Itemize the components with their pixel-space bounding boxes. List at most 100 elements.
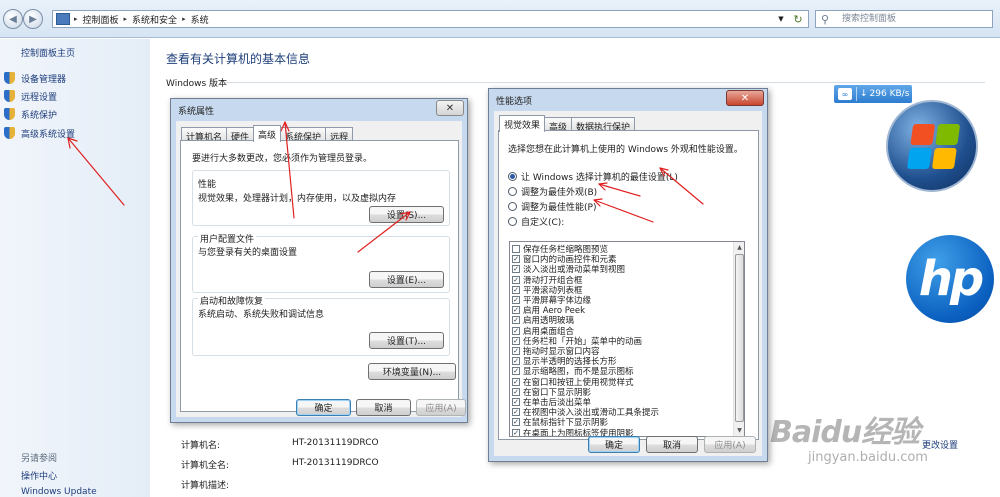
left-task-pane: 控制面板主页 设备管理器 远程设置 系统保护 高级系统设置 另请参阅 操作中心 … (0, 39, 150, 497)
baidu-watermark-url: jingyan.baidu.com (808, 450, 928, 465)
effect-checkbox[interactable]: ✓ (512, 347, 520, 355)
startup-recovery-description: 系统启动、系统失败和调试信息 (198, 310, 325, 320)
shield-icon (4, 90, 15, 102)
effect-checkbox[interactable]: ✓ (512, 296, 520, 304)
effect-checkbox[interactable]: ✓ (512, 275, 520, 284)
see-also-heading: 另请参阅 (21, 454, 58, 464)
effect-checkbox[interactable]: ✓ (512, 326, 520, 335)
close-button[interactable]: ✕ (726, 90, 764, 106)
vertical-scrollbar[interactable]: ▲ ▼ (733, 242, 744, 436)
effect-checkbox[interactable]: ✓ (512, 316, 520, 325)
user-profiles-title: 用户配置文件 (198, 232, 257, 245)
effect-checkbox[interactable]: ✓ (512, 367, 520, 376)
cancel-button[interactable]: 取消 (646, 436, 698, 453)
apply-button[interactable]: 应用(A) (704, 436, 756, 453)
windows-update-link[interactable]: Windows Update (21, 487, 97, 497)
effect-checkbox[interactable]: ✓ (512, 377, 520, 386)
control-panel-home-link[interactable]: 控制面板主页 (21, 46, 75, 59)
control-panel-icon (56, 13, 70, 25)
remote-settings-link[interactable]: 远程设置 (21, 90, 57, 103)
radio-button[interactable] (508, 217, 517, 226)
effect-checkbox[interactable]: ✓ (512, 255, 520, 264)
effect-checkbox[interactable] (512, 245, 520, 253)
effect-checkbox[interactable]: ✓ (512, 408, 520, 417)
tab-hardware[interactable]: 硬件 (226, 127, 255, 143)
baidu-watermark: Baidu经验 (770, 415, 920, 450)
visual-effects-list[interactable]: 保存任务栏缩略图预览 ✓ 窗口内的动画控件和元素 ✓ 淡入淡出或滑动菜单到视图 ✓ 滑动打开… (509, 241, 745, 437)
radio-label: 调整为最佳外观(B) (521, 188, 598, 198)
effect-checkbox[interactable]: ✓ (512, 285, 520, 294)
tab-remote[interactable]: 远程 (325, 127, 354, 143)
download-arrow-icon: ↓ (860, 89, 868, 99)
ok-button[interactable]: 确定 (588, 436, 640, 453)
breadcrumb-control-panel[interactable]: 控制面板 (78, 13, 124, 26)
effect-checkbox[interactable]: ✓ (512, 418, 520, 427)
system-protection-link[interactable]: 系统保护 (21, 108, 57, 121)
back-arrow-icon: ◀ (9, 13, 17, 25)
badge-divider (856, 87, 857, 101)
breadcrumb-system-security[interactable]: 系统和安全 (127, 13, 182, 26)
shield-icon (4, 72, 15, 84)
scrollbar-thumb[interactable] (735, 254, 744, 422)
performance-options-dialog: 性能选项 ✕ 视觉效果 高级 数据执行保护 选择您想在此计算机上使用的 Wind… (488, 88, 768, 462)
radio-button[interactable] (508, 187, 517, 196)
forward-button[interactable]: ▶ (23, 9, 43, 29)
effect-checkbox[interactable]: ✓ (512, 336, 520, 345)
performance-description: 视觉效果，处理器计划，内存使用，以及虚拟内存 (198, 194, 397, 204)
performance-settings-button[interactable]: 设置(S)... (369, 206, 444, 223)
search-placeholder: 搜索控制面板 (842, 14, 897, 24)
effect-checkbox[interactable]: ✓ (512, 398, 520, 406)
effect-checkbox[interactable]: ✓ (512, 306, 520, 315)
network-speed-badge[interactable]: ∞ ↓ 296 KB/s (834, 85, 912, 103)
tab-data-execution-prevention[interactable]: 数据执行保护 (571, 117, 636, 133)
dialog-title: 系统属性 (178, 107, 215, 117)
effect-checkbox[interactable]: ✓ (512, 265, 520, 274)
close-button[interactable]: ✕ (436, 100, 464, 116)
computer-name-value: HT-20131119DRCO (292, 438, 379, 448)
instruction-text: 选择您想在此计算机上使用的 Windows 外观和性能设置。 (508, 145, 743, 155)
apply-button[interactable]: 应用(A) (416, 399, 466, 416)
address-bar: ◀ ▶ ▸ 控制面板 ▸ 系统和安全 ▸ 系统 ▼ ↻ ⚲ 搜索控制面板 (0, 0, 1000, 38)
section-divider (225, 82, 985, 83)
radio-best-appearance[interactable]: 调整为最佳外观(B) (508, 185, 597, 198)
search-input[interactable]: ⚲ 搜索控制面板 (815, 10, 993, 28)
radio-button-selected[interactable] (508, 172, 517, 181)
tab-strip: 计算机名 硬件 高级 系统保护 远程 (181, 125, 354, 143)
windows-logo (886, 100, 978, 192)
cancel-button[interactable]: 取消 (356, 399, 411, 416)
startup-recovery-settings-button[interactable]: 设置(T)... (369, 332, 444, 349)
radio-label: 自定义(C): (521, 218, 565, 228)
radio-button[interactable] (508, 202, 517, 211)
user-profiles-settings-button[interactable]: 设置(E)... (369, 271, 444, 288)
dialog-title: 性能选项 (496, 97, 533, 107)
device-manager-link[interactable]: 设备管理器 (21, 72, 66, 85)
scroll-down-icon[interactable]: ▼ (735, 426, 744, 435)
full-computer-name-label: 计算机全名: (181, 461, 230, 471)
performance-group: 性能 视觉效果，处理器计划，内存使用，以及虚拟内存 设置(S)... (192, 170, 450, 226)
tab-advanced[interactable]: 高级 (253, 125, 282, 142)
tab-visual-effects[interactable]: 视觉效果 (499, 115, 546, 132)
scroll-up-icon[interactable]: ▲ (735, 243, 744, 252)
address-field[interactable]: ▸ 控制面板 ▸ 系统和安全 ▸ 系统 ▼ ↻ (52, 10, 809, 28)
chevron-down-icon[interactable]: ▼ (774, 11, 788, 27)
system-properties-dialog: 系统属性 ✕ 计算机名 硬件 高级 系统保护 远程 要进行大多数更改，您必须作为… (170, 98, 468, 423)
radio-best-performance[interactable]: 调整为最佳性能(P) (508, 200, 596, 213)
page-title: 查看有关计算机的基本信息 (166, 52, 311, 66)
refresh-icon[interactable]: ↻ (790, 11, 806, 27)
tab-computer-name[interactable]: 计算机名 (181, 127, 228, 143)
radio-custom[interactable]: 自定义(C): (508, 215, 564, 228)
breadcrumb-system[interactable]: 系统 (186, 13, 214, 26)
advanced-system-settings-link[interactable]: 高级系统设置 (21, 127, 75, 140)
ok-button[interactable]: 确定 (296, 399, 351, 416)
back-button[interactable]: ◀ (3, 9, 23, 29)
computer-name-label: 计算机名: (181, 441, 221, 451)
environment-variables-button[interactable]: 环境变量(N)... (368, 363, 456, 380)
tab-system-protection[interactable]: 系统保护 (280, 127, 327, 143)
effect-checkbox[interactable]: ✓ (512, 387, 520, 396)
effect-checkbox[interactable]: ✓ (512, 357, 520, 366)
effect-checkbox[interactable]: ✓ (512, 428, 520, 436)
radio-let-windows-choose[interactable]: 让 Windows 选择计算机的最佳设置(L) (508, 170, 678, 183)
action-center-link[interactable]: 操作中心 (21, 469, 57, 482)
visual-effects-panel: 选择您想在此计算机上使用的 Windows 外观和性能设置。 让 Windows… (498, 130, 759, 440)
tab-advanced[interactable]: 高级 (544, 117, 573, 133)
